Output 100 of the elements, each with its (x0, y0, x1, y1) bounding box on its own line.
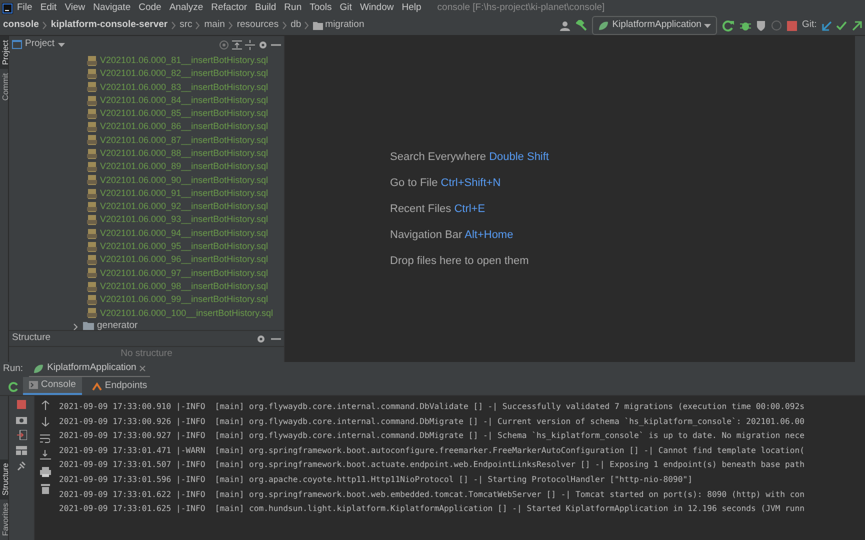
file-name[interactable]: V202101.06.000_97__insertBotHistory.sql (100, 266, 268, 280)
sql-file-icon (87, 242, 97, 252)
menu-item[interactable]: Code (134, 0, 166, 16)
sql-file-icon (87, 215, 97, 226)
exit-icon[interactable] (16, 430, 26, 440)
tool-window-tab[interactable]: Project (0, 36, 8, 69)
menu-item[interactable]: Refactor (207, 0, 252, 16)
file-name[interactable]: V202101.06.000_96__insertBotHistory.sql (100, 253, 268, 267)
menu-item[interactable]: Tools (306, 0, 336, 16)
scroll-end-icon[interactable] (40, 450, 50, 460)
folder-name[interactable]: generator (97, 319, 138, 330)
tool-window-tab[interactable]: Structure (0, 458, 8, 500)
arrow-icon[interactable] (822, 20, 832, 30)
pin-icon[interactable] (17, 461, 26, 471)
sql-file-icon (87, 202, 97, 212)
file-name[interactable]: V202101.06.000_89__insertBotHistory.sql (100, 160, 268, 174)
tool-window-tab[interactable]: Commit (0, 68, 8, 104)
console-tab[interactable]: Console (23, 377, 82, 395)
file-name[interactable]: V202101.06.000_94__insertBotHistory.sql (100, 226, 268, 240)
settings-icon[interactable] (256, 334, 266, 344)
arrow-down-icon[interactable] (40, 417, 50, 427)
breadcrumb-item[interactable]: kiplatform-console-server (50, 18, 168, 33)
trash-icon[interactable] (40, 484, 50, 494)
log-line: 2021-09-09 17:33:01.596 |-INFO [main] org.apache.coyote.http11.Http11NioProtocol [] -| Starting ProtocolHandler ["http-nio-8090"] (59, 472, 694, 486)
camera-icon[interactable] (16, 415, 27, 424)
console-tab[interactable]: Endpoints (86, 377, 154, 395)
file-name[interactable]: V202101.06.000_87__insertBotHistory.sql (100, 134, 268, 148)
sql-file-icon (87, 282, 97, 292)
file-name[interactable]: V202101.06.000_99__insertBotHistory.sql (100, 293, 268, 307)
file-name[interactable]: V202101.06.000_93__insertBotHistory.sql (100, 213, 268, 227)
target-icon[interactable] (219, 40, 229, 50)
caret-icon[interactable] (58, 42, 65, 46)
rerun-icon[interactable] (8, 380, 19, 392)
breadcrumb-item[interactable]: console (3, 18, 39, 33)
caret-icon (704, 24, 712, 28)
rerun-icon[interactable] (722, 20, 736, 32)
file-name[interactable]: V202101.06.000_92__insertBotHistory.sql (100, 200, 268, 214)
breadcrumb-item[interactable]: src (180, 18, 192, 33)
check-icon[interactable] (836, 21, 848, 30)
breadcrumb-item[interactable]: resources (236, 18, 279, 33)
user-icon[interactable] (560, 20, 572, 30)
stop-icon[interactable] (787, 20, 798, 30)
sql-file-icon (87, 135, 97, 146)
file-name[interactable]: V202101.06.000_85__insertBotHistory.sql (100, 107, 268, 121)
wrap-icon[interactable] (40, 434, 50, 443)
panel-title[interactable]: Project (25, 37, 55, 52)
tool-window-tab[interactable]: Favorites (0, 499, 8, 540)
file-name[interactable]: V202101.06.000_95__insertBotHistory.sql (100, 240, 268, 254)
chevron-icon (228, 21, 234, 30)
run-configuration-dropdown[interactable]: KiplatformApplication (592, 16, 718, 35)
file-name[interactable]: V202101.06.000_100__insertBotHistory.sql (100, 306, 273, 320)
arrow-up-icon[interactable] (40, 400, 50, 410)
arrow-icon[interactable] (852, 20, 862, 30)
shortcut-text: Alt+Home (464, 228, 514, 240)
file-name[interactable]: V202101.06.000_86__insertBotHistory.sql (100, 120, 268, 134)
file-name[interactable]: V202101.06.000_88__insertBotHistory.sql (100, 146, 268, 160)
hint-text: Search Everywhere (390, 150, 486, 162)
hint-text: Recent Files (390, 202, 452, 214)
file-name[interactable]: V202101.06.000_82__insertBotHistory.sql (100, 67, 268, 81)
spring-leaf-icon (598, 20, 610, 30)
hint-text: Navigation Bar (390, 228, 462, 240)
settings-icon[interactable] (258, 40, 268, 50)
breadcrumb-item[interactable]: db (290, 18, 302, 33)
file-name[interactable]: V202101.06.000_81__insertBotHistory.sql (100, 54, 268, 68)
menu-item[interactable]: View (60, 0, 90, 16)
file-name[interactable]: V202101.06.000_84__insertBotHistory.sql (100, 94, 268, 108)
sql-file-icon (87, 82, 97, 92)
shield-icon[interactable] (756, 20, 767, 31)
chevron-icon (195, 21, 202, 30)
menu-item[interactable]: Build (251, 0, 280, 16)
close-icon[interactable] (139, 365, 146, 372)
menu-item[interactable]: Window (356, 0, 398, 16)
collapse-all-icon[interactable] (245, 40, 255, 50)
file-name[interactable]: V202101.06.000_83__insertBotHistory.sql (100, 80, 268, 94)
bug-icon[interactable] (740, 20, 751, 31)
window-title: console [F:\hs-project\ki-planet\console] (437, 0, 605, 15)
panel-title: Structure (12, 331, 51, 346)
breadcrumb-item[interactable]: migration (325, 18, 364, 33)
spring-leaf-icon (33, 364, 44, 374)
chevron-right-icon[interactable] (72, 322, 80, 330)
hint-text: Go to File (390, 176, 438, 188)
expand-all-icon[interactable] (232, 40, 242, 50)
sql-file-icon (87, 308, 97, 318)
log-line: 2021-09-09 17:33:00.926 |-INFO [main] org.flywaydb.core.internal.command.DbMigrate [] -| Current version of schema `hs_kiplatform_console`: 202101.06.00 (59, 414, 806, 428)
file-name[interactable]: V202101.06.000_91__insertBotHistory.sql (100, 186, 268, 200)
menu-item[interactable]: Edit (36, 0, 61, 16)
menu-item[interactable]: Analyze (165, 0, 208, 16)
file-name[interactable]: V202101.06.000_90__insertBotHistory.sql (100, 174, 268, 188)
git-label: Git: (802, 18, 817, 32)
menu-item[interactable]: File (13, 0, 36, 16)
breadcrumb-item[interactable]: main (204, 18, 225, 33)
menu-item[interactable]: Navigate (89, 0, 135, 16)
menu-item[interactable]: Help (398, 0, 426, 16)
print-icon[interactable] (40, 467, 50, 477)
shortcut-text: Double Shift (489, 150, 549, 162)
hammer-icon[interactable] (576, 20, 588, 31)
file-name[interactable]: V202101.06.000_98__insertBotHistory.sql (100, 280, 268, 294)
layout-icon[interactable] (16, 446, 27, 455)
menu-item[interactable]: Git (336, 0, 356, 16)
menu-item[interactable]: Run (280, 0, 306, 16)
